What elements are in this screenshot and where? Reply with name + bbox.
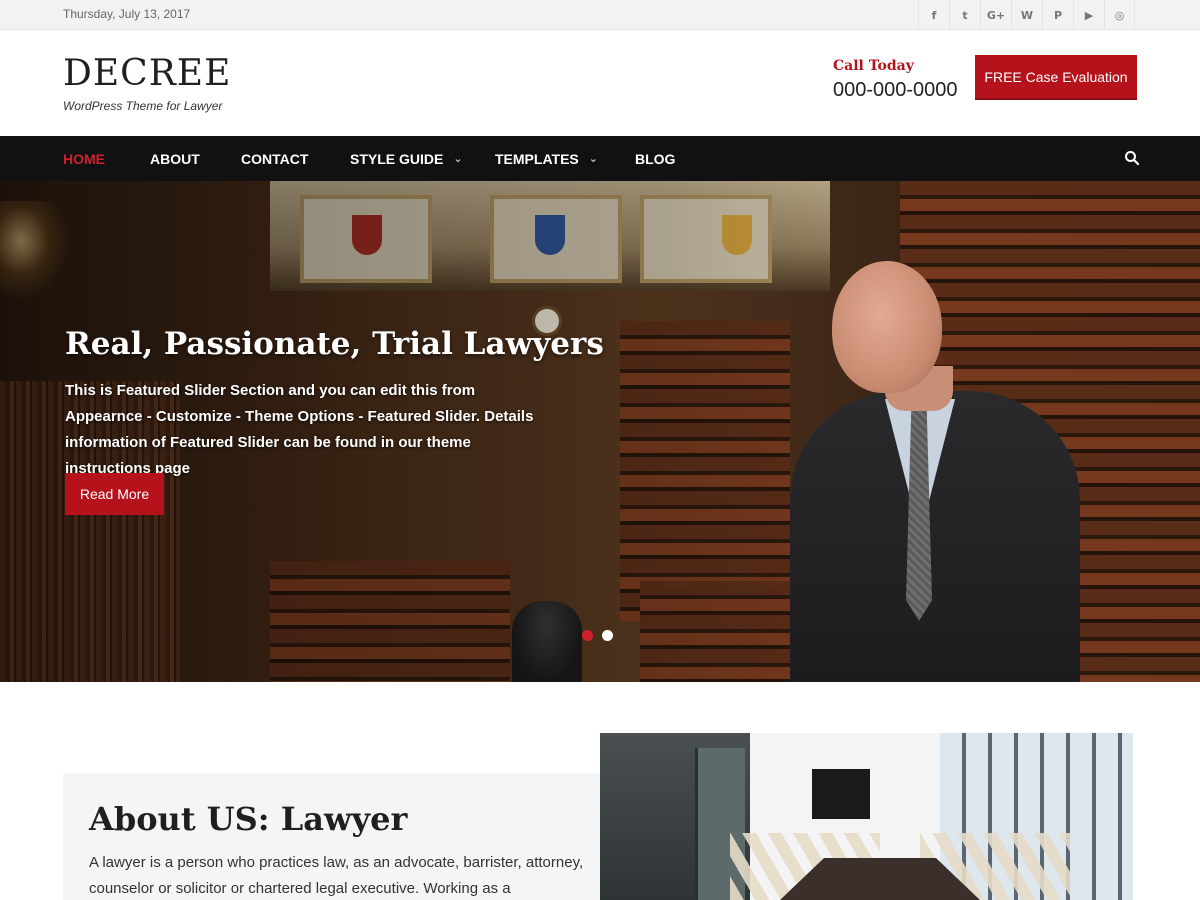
nav-item-blog[interactable]: BLOG	[635, 136, 675, 181]
nav-label: BLOG	[635, 150, 676, 167]
nav-label: TEMPLATES	[495, 150, 579, 167]
slider-title: Real, Passionate, Trial Lawyers	[65, 326, 604, 362]
nav-item-style-guide[interactable]: STYLE GUIDE ⌄	[350, 136, 463, 181]
nav-item-home[interactable]: HOME	[63, 136, 105, 181]
tv-screen	[812, 769, 870, 819]
nav-item-about[interactable]: ABOUT	[150, 136, 200, 181]
main-navigation: HOME ABOUT CONTACT STYLE GUIDE ⌄ TEMPLATE…	[0, 136, 1200, 181]
top-bar: Thursday, July 13, 2017 f t G+ W P ▶ ◎	[0, 0, 1200, 30]
lawyer-portrait	[790, 261, 1080, 682]
nav-label: STYLE GUIDE	[350, 150, 444, 167]
search-icon[interactable]	[1124, 150, 1140, 166]
instagram-icon[interactable]: ◎	[1104, 0, 1135, 30]
twitter-icon[interactable]: t	[949, 0, 980, 30]
site-logo[interactable]: DECREE	[63, 53, 231, 94]
chevron-down-icon: ⌄	[453, 152, 463, 165]
conference-room-image	[600, 733, 1133, 900]
current-date: Thursday, July 13, 2017	[63, 7, 191, 21]
slider-description: This is Featured Slider Section and you …	[65, 382, 534, 477]
head	[832, 261, 942, 393]
nav-label: CONTACT	[241, 150, 309, 167]
nav-label: ABOUT	[150, 150, 200, 167]
call-today-label: Call Today	[833, 58, 914, 74]
wordpress-icon[interactable]: W	[1011, 0, 1042, 30]
nav-item-contact[interactable]: CONTACT	[241, 136, 308, 181]
chevron-down-icon: ⌄	[588, 152, 598, 165]
social-links: f t G+ W P ▶ ◎	[918, 0, 1135, 30]
google-plus-icon[interactable]: G+	[980, 0, 1011, 30]
about-title: About US: Lawyer	[89, 800, 408, 838]
slider-dot-active[interactable]	[582, 630, 593, 641]
site-tagline: WordPress Theme for Lawyer	[63, 99, 223, 113]
phone-number: 000-000-0000	[833, 79, 958, 101]
youtube-icon[interactable]: ▶	[1073, 0, 1104, 30]
free-case-evaluation-button[interactable]: FREE Case Evaluation	[975, 55, 1137, 98]
nav-item-templates[interactable]: TEMPLATES ⌄	[495, 136, 598, 181]
pinterest-icon[interactable]: P	[1042, 0, 1073, 30]
nav-label: HOME	[63, 150, 105, 167]
facebook-icon[interactable]: f	[918, 0, 949, 30]
slider-dot[interactable]	[602, 630, 613, 641]
read-more-button[interactable]: Read More	[65, 473, 164, 515]
about-text: A lawyer is a person who practices law, …	[89, 854, 584, 897]
